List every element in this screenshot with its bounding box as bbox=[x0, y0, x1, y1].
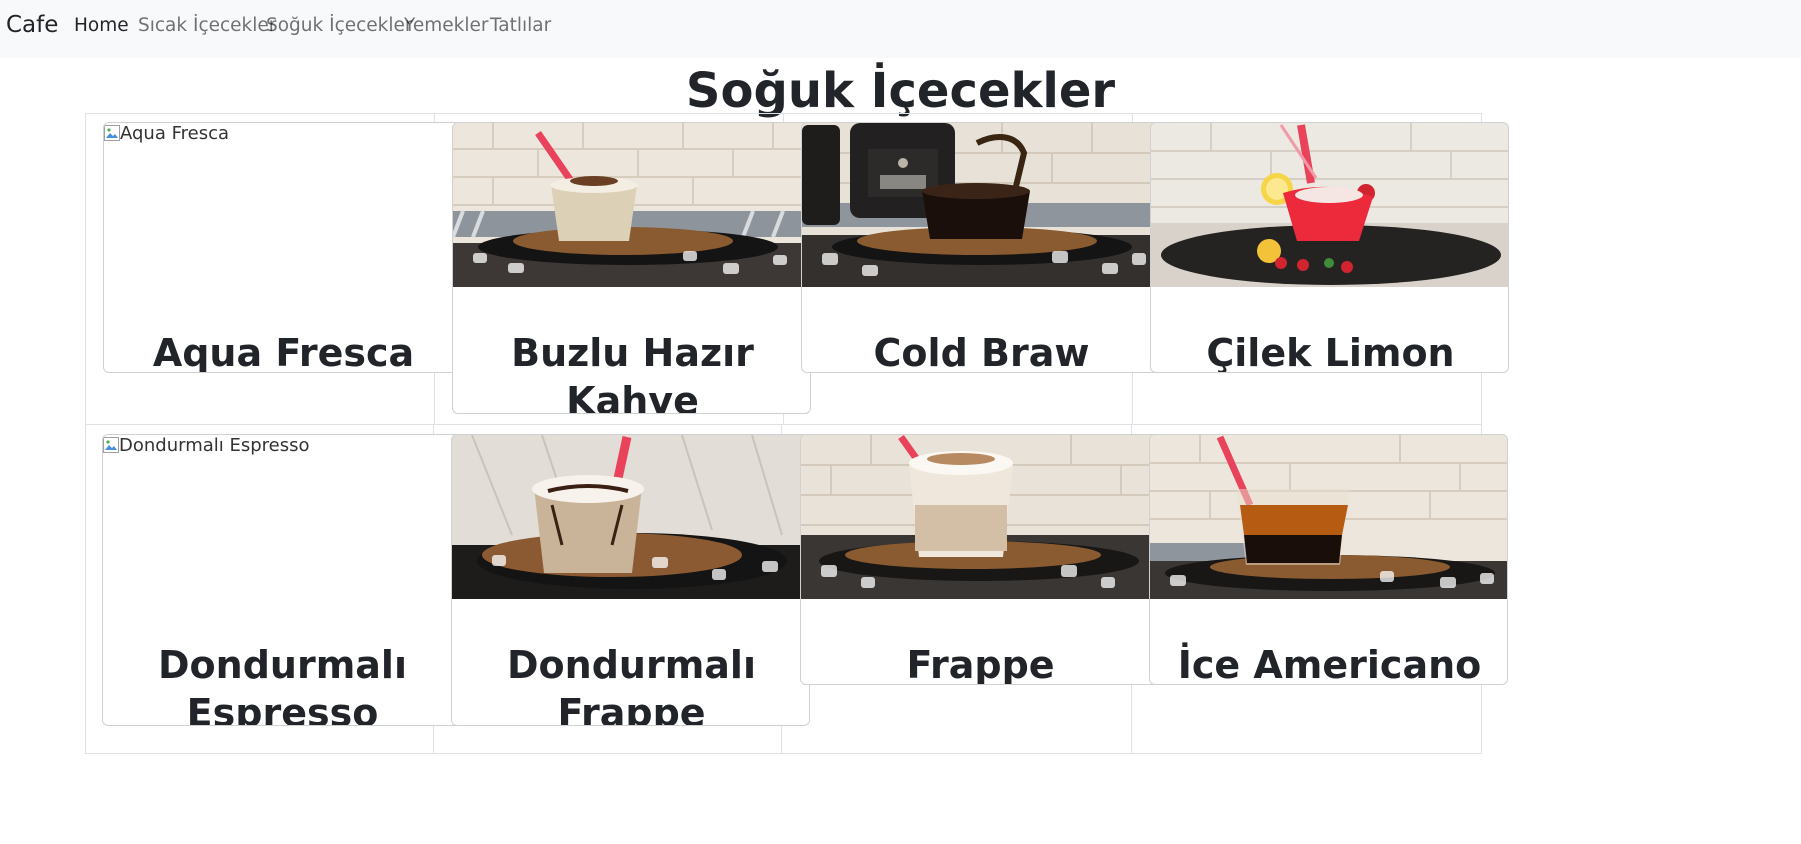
product-card-cilek-limon[interactable]: Çilek Limon bbox=[1150, 122, 1509, 373]
broken-image-icon bbox=[103, 437, 119, 453]
product-card-dondurmali-espresso[interactable]: Dondurmalı Espresso Dondurmalı Espresso bbox=[102, 434, 461, 726]
product-card-buzlu-hazir-kahve[interactable]: Buzlu Hazır Kahve bbox=[452, 122, 811, 414]
product-name: Cold Braw Kolalı bbox=[873, 331, 1090, 373]
product-name: Dondurmalı Frappe bbox=[507, 643, 756, 726]
product-image bbox=[453, 123, 810, 309]
broken-image-icon bbox=[104, 125, 120, 141]
product-card-cold-braw-kolali[interactable]: Cold Braw Kolalı bbox=[801, 122, 1160, 373]
product-name: Çilek Limon bbox=[1206, 331, 1455, 373]
nav-link-tatlilar[interactable]: Tatlılar bbox=[490, 15, 551, 36]
navbar: Cafe Home Sıcak İçecekler Soğuk İçecekle… bbox=[0, 0, 1801, 58]
product-image bbox=[1151, 123, 1508, 309]
nav-link-yemekler[interactable]: Yemekler bbox=[404, 15, 488, 36]
navbar-brand[interactable]: Cafe bbox=[6, 12, 58, 38]
product-name: Frappe bbox=[906, 643, 1055, 685]
nav-link-home[interactable]: Home bbox=[74, 15, 129, 36]
product-image bbox=[801, 435, 1158, 621]
product-name: Buzlu Hazır Kahve bbox=[511, 331, 754, 414]
image-alt-text: Aqua Fresca bbox=[120, 123, 230, 144]
product-card-dondurmali-frappe[interactable]: Dondurmalı Frappe bbox=[451, 434, 810, 726]
product-name: İce Americano bbox=[1177, 643, 1482, 685]
product-card-aqua-fresca[interactable]: Aqua Fresca Aqua Fresca bbox=[103, 122, 462, 373]
product-image bbox=[802, 123, 1159, 309]
product-image bbox=[452, 435, 809, 621]
product-name: Dondurmalı Espresso bbox=[158, 643, 407, 726]
nav-link-sicak-icecekler[interactable]: Sıcak İçecekler bbox=[138, 15, 276, 36]
nav-link-soguk-icecekler[interactable]: Soğuk İçecekler bbox=[266, 15, 413, 36]
image-alt-text: Dondurmalı Espresso bbox=[119, 435, 310, 456]
product-card-ice-americano[interactable]: İce Americano bbox=[1149, 434, 1508, 685]
product-card-frappe[interactable]: Frappe bbox=[800, 434, 1159, 685]
broken-image-placeholder: Aqua Fresca bbox=[104, 123, 461, 309]
product-name: Aqua Fresca bbox=[152, 331, 415, 373]
product-image bbox=[1150, 435, 1507, 621]
broken-image-placeholder: Dondurmalı Espresso bbox=[103, 435, 460, 621]
